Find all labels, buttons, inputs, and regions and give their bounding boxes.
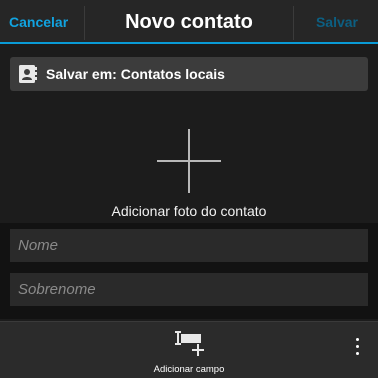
title-separator-left xyxy=(84,6,85,40)
save-button[interactable]: Salvar xyxy=(316,0,358,44)
add-photo-area[interactable]: Adicionar foto do contato xyxy=(0,103,378,223)
contact-book-icon xyxy=(19,65,37,83)
first-name-field[interactable] xyxy=(10,229,368,262)
save-in-label: Salvar em: Contatos locais xyxy=(46,66,225,82)
title-separator-right xyxy=(293,6,294,40)
add-field-button[interactable]: Adicionar campo xyxy=(139,322,239,378)
overflow-menu-icon[interactable] xyxy=(350,338,364,362)
plus-icon xyxy=(157,129,221,193)
title-bar: Novo contato Cancelar Salvar xyxy=(0,0,378,44)
add-field-label: Adicionar campo xyxy=(153,364,225,375)
add-field-icon xyxy=(175,331,204,356)
action-bar: Adicionar campo xyxy=(0,321,378,378)
add-photo-label: Adicionar foto do contato xyxy=(111,203,267,219)
last-name-field[interactable] xyxy=(10,273,368,306)
save-in-selector[interactable]: Salvar em: Contatos locais xyxy=(10,57,368,91)
cancel-button[interactable]: Cancelar xyxy=(9,0,68,44)
